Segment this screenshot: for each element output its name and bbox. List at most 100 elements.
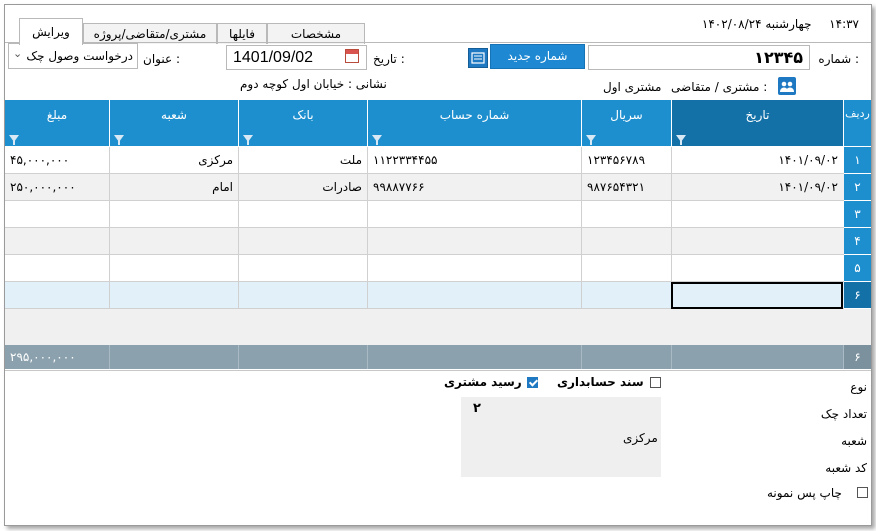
- row-number[interactable]: ۶: [844, 282, 871, 309]
- cell-date[interactable]: [671, 201, 843, 228]
- cell-account[interactable]: ۹۹۸۸۷۷۶۶: [367, 174, 581, 201]
- column-header-serial[interactable]: سریال: [581, 100, 671, 146]
- filter-icon[interactable]: [676, 135, 686, 145]
- column-header-date[interactable]: تاریخ: [671, 100, 843, 146]
- cell-serial[interactable]: ۹۸۷۶۵۴۳۲۱: [581, 174, 671, 201]
- accounting-doc-checkbox[interactable]: [650, 377, 661, 388]
- table-row-selected[interactable]: ۶: [5, 282, 871, 309]
- number-options-icon[interactable]: [468, 48, 488, 68]
- cell-account[interactable]: [367, 201, 581, 228]
- table-row[interactable]: ۵: [5, 255, 871, 282]
- footer-row-count: ۶: [843, 345, 871, 369]
- clock: ۱۴:۳۷ چهارشنبه ۱۴۰۲/۰۸/۲۴: [702, 17, 859, 31]
- number-field[interactable]: ۱۲۳۴۵: [588, 45, 810, 70]
- cell-branch[interactable]: [109, 282, 238, 309]
- date-label: تاریخ :: [373, 52, 405, 66]
- column-header-bank[interactable]: بانک: [238, 100, 367, 146]
- filter-icon[interactable]: [243, 135, 253, 145]
- table-row[interactable]: ۳: [5, 201, 871, 228]
- section-divider: [5, 370, 871, 371]
- branch-value: مرکزی: [623, 431, 658, 445]
- number-label: شماره :: [818, 52, 859, 66]
- clock-time: ۱۴:۳۷: [829, 17, 859, 31]
- filter-icon[interactable]: [114, 135, 124, 145]
- footer-cell: [671, 345, 843, 369]
- cell-date[interactable]: [671, 228, 843, 255]
- cell-amount[interactable]: [5, 282, 109, 309]
- tab-customer-project[interactable]: مشتری/متقاضی/پروژه: [83, 23, 217, 44]
- filter-icon[interactable]: [372, 135, 382, 145]
- cell-bank[interactable]: [238, 201, 367, 228]
- cell-account[interactable]: [367, 282, 581, 309]
- cell-bank[interactable]: [238, 228, 367, 255]
- title-label: عنوان :: [143, 52, 180, 66]
- cell-branch[interactable]: [109, 201, 238, 228]
- cell-bank[interactable]: ملت: [238, 147, 367, 174]
- row-number[interactable]: ۲: [844, 174, 871, 201]
- customer-value: مشتری اول: [603, 80, 662, 94]
- cell-amount[interactable]: [5, 228, 109, 255]
- table-row[interactable]: ۱۴۰۱/۰۹/۰۲ ۱۲۳۴۵۶۷۸۹ ۱۱۲۲۳۳۴۴۵۵ ملت مرکز…: [5, 147, 871, 174]
- cell-bank[interactable]: [238, 282, 367, 309]
- cell-date[interactable]: ۱۴۰۱/۰۹/۰۲: [671, 147, 843, 174]
- cell-date[interactable]: [671, 255, 843, 282]
- cell-serial[interactable]: [581, 228, 671, 255]
- new-number-button[interactable]: شماره جدید: [490, 44, 585, 69]
- customer-receipt-checkbox[interactable]: [527, 377, 538, 388]
- address-text: نشانی : خیابان اول کوچه دوم: [240, 77, 387, 91]
- cell-account[interactable]: [367, 255, 581, 282]
- cell-serial[interactable]: [581, 282, 671, 309]
- print-after-save-checkbox[interactable]: [857, 487, 868, 498]
- table-row[interactable]: ۱۴۰۱/۰۹/۰۲ ۹۸۷۶۵۴۳۲۱ ۹۹۸۸۷۷۶۶ صادرات اما…: [5, 174, 871, 201]
- cell-amount[interactable]: ۲۵۰,۰۰۰,۰۰۰: [5, 174, 109, 201]
- cell-bank[interactable]: صادرات: [238, 174, 367, 201]
- tab-files[interactable]: فایلها: [217, 23, 267, 44]
- branch-code-label: کد شعبه: [825, 461, 867, 475]
- accounting-doc-label[interactable]: سند حسابداری: [557, 375, 644, 389]
- table-row[interactable]: ۴: [5, 228, 871, 255]
- grid-footer: ۶ ۲۹۵,۰۰۰,۰۰۰: [5, 345, 871, 369]
- row-number[interactable]: ۵: [844, 255, 871, 282]
- cell-serial[interactable]: ۱۲۳۴۵۶۷۸۹: [581, 147, 671, 174]
- title-select-value: درخواست وصول چک: [26, 49, 133, 63]
- cell-amount[interactable]: ۴۵,۰۰۰,۰۰۰: [5, 147, 109, 174]
- row-number[interactable]: ۳: [844, 201, 871, 228]
- column-header-row[interactable]: ردیف: [843, 100, 871, 146]
- footer-cell: [109, 345, 238, 369]
- calendar-icon[interactable]: [345, 49, 359, 63]
- footer-total-amount: ۲۹۵,۰۰۰,۰۰۰: [10, 350, 76, 364]
- column-header-amount[interactable]: مبلغ: [5, 100, 109, 146]
- cell-branch[interactable]: مرکزی: [109, 147, 238, 174]
- current-date: چهارشنبه ۱۴۰۲/۰۸/۲۴: [701, 17, 812, 31]
- details-readonly-panel: ۲ مرکزی: [461, 397, 661, 477]
- cell-serial[interactable]: [581, 201, 671, 228]
- row-number[interactable]: ۱: [844, 147, 871, 174]
- tab-edit[interactable]: ویرایش: [19, 18, 83, 45]
- print-after-save-label[interactable]: چاپ پس نمونه: [767, 486, 842, 500]
- cell-bank[interactable]: [238, 255, 367, 282]
- check-count-label: تعداد چک: [820, 407, 867, 421]
- title-select[interactable]: درخواست وصول چک ⌄: [8, 43, 138, 69]
- cell-serial[interactable]: [581, 255, 671, 282]
- cell-branch[interactable]: [109, 228, 238, 255]
- customer-receipt-label[interactable]: رسید مشتری: [444, 375, 522, 389]
- cell-amount[interactable]: [5, 201, 109, 228]
- cell-date-active[interactable]: [671, 282, 843, 309]
- cell-date[interactable]: ۱۴۰۱/۰۹/۰۲: [671, 174, 843, 201]
- cell-account[interactable]: ۱۱۲۲۳۳۴۴۵۵: [367, 147, 581, 174]
- column-header-account[interactable]: شماره حساب: [367, 100, 581, 146]
- column-header-branch[interactable]: شعبه: [109, 100, 238, 146]
- filter-icon[interactable]: [9, 135, 19, 145]
- cell-branch[interactable]: [109, 255, 238, 282]
- cell-account[interactable]: [367, 228, 581, 255]
- row-number[interactable]: ۴: [844, 228, 871, 255]
- branch-label: شعبه: [841, 434, 867, 448]
- filter-icon[interactable]: [586, 135, 596, 145]
- cell-branch[interactable]: امام: [109, 174, 238, 201]
- type-label: نوع: [850, 380, 867, 394]
- chevron-down-icon: ⌄: [13, 47, 23, 60]
- cell-amount[interactable]: [5, 255, 109, 282]
- tab-specifications[interactable]: مشخصات: [267, 23, 365, 44]
- customer-group-icon[interactable]: [778, 77, 796, 95]
- grid-empty-area: [5, 309, 871, 345]
